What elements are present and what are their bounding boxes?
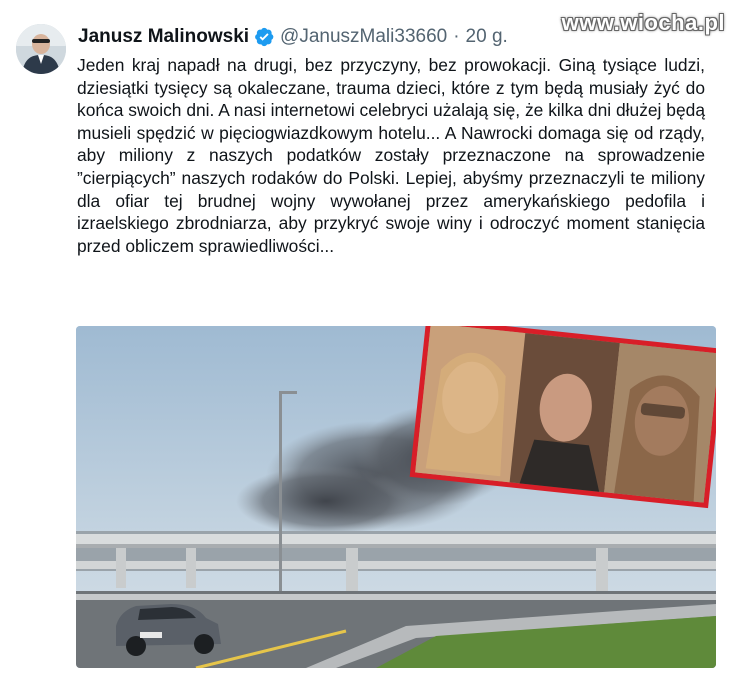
avatar[interactable] xyxy=(16,24,66,74)
site-watermark: www.wiocha.pl xyxy=(561,10,725,35)
tweet-media-image[interactable] xyxy=(76,326,716,668)
author-name[interactable]: Janusz Malinowski xyxy=(78,26,249,48)
tweet-text: Jeden kraj napadł na drugi, bez przyczyn… xyxy=(77,55,705,256)
tweet-header: Janusz Malinowski @JanuszMali33660 · 20 … xyxy=(78,24,508,50)
author-handle[interactable]: @JanuszMali33660 xyxy=(280,26,447,48)
avatar-photo xyxy=(16,24,66,74)
verified-badge-icon[interactable] xyxy=(253,26,275,48)
highway-smoke-photo xyxy=(76,326,716,668)
separator-dot: · xyxy=(453,26,460,47)
tweet-timestamp[interactable]: 20 g. xyxy=(466,26,508,48)
inset-photo xyxy=(409,326,716,509)
